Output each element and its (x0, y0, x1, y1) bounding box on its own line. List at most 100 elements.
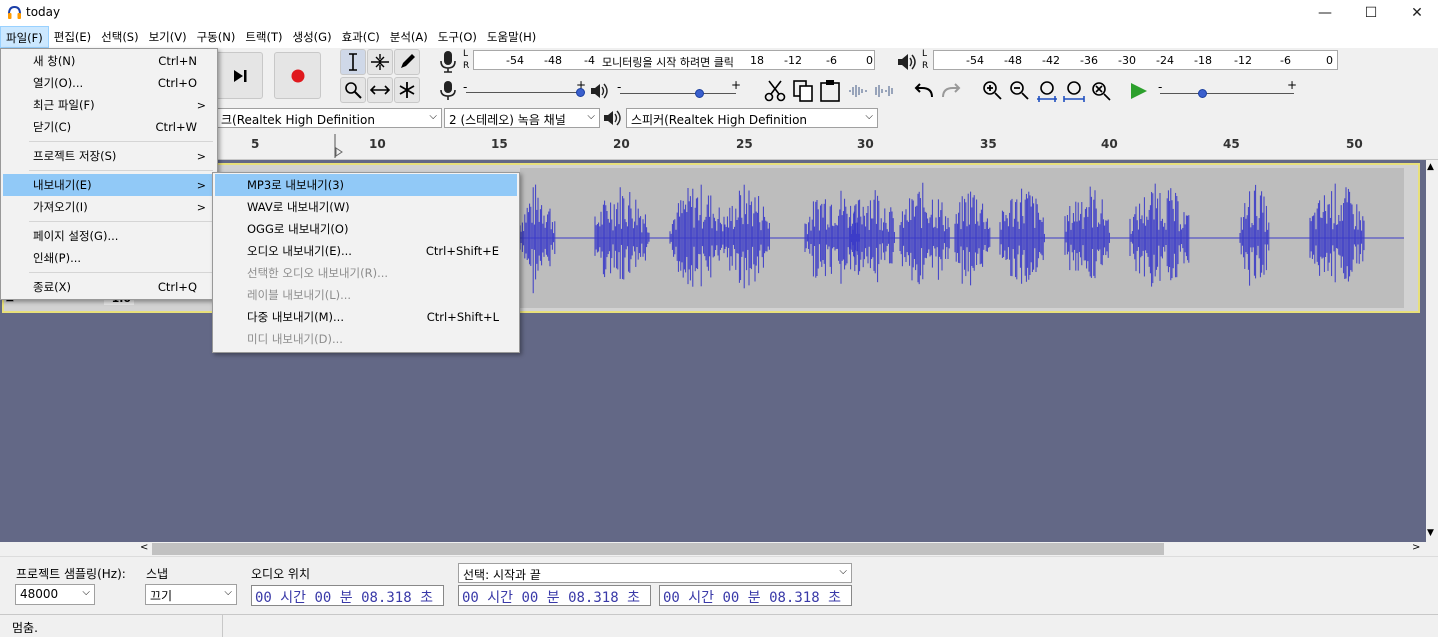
menu-generate[interactable]: 생성(G) (288, 26, 337, 48)
menu-tools[interactable]: 도구(O) (433, 26, 482, 48)
copy-icon[interactable] (792, 79, 814, 103)
playback-volume-slider[interactable] (620, 93, 736, 94)
menu-item-recent-files[interactable]: 최근 파일(F) > (3, 94, 215, 116)
shortcut-text: Ctrl+Shift+E (425, 244, 499, 258)
microphone-icon[interactable] (438, 50, 458, 74)
undo-icon[interactable] (912, 82, 936, 100)
selection-mode-select[interactable]: 선택: 시작과 끝 ⌵ (458, 563, 852, 583)
scroll-left-icon[interactable]: < (140, 542, 148, 553)
play-speed-slider[interactable] (1160, 93, 1294, 94)
menu-item-print[interactable]: 인쇄(P)... (3, 247, 215, 269)
meter-tick: -6 (1280, 54, 1291, 67)
playback-volume-knob[interactable] (695, 89, 704, 98)
audio-position-time[interactable]: 00 시간 00 분 08.318 초 (251, 585, 444, 606)
record-volume-knob[interactable] (576, 88, 585, 97)
multi-tool-button[interactable] (394, 77, 420, 103)
record-volume-slider[interactable] (466, 92, 584, 93)
menu-item-export-selected[interactable]: 선택한 오디오 내보내기(R)... (215, 262, 517, 284)
menu-item-close[interactable]: 닫기(C) Ctrl+W (3, 116, 215, 138)
timeshift-tool-button[interactable] (367, 77, 393, 103)
snap-select[interactable]: 끄기 ⌵ (145, 584, 237, 605)
menu-item-export-labels[interactable]: 레이블 내보내기(L)... (215, 284, 517, 306)
play-speed-knob[interactable] (1198, 89, 1207, 98)
scroll-right-icon[interactable]: > (1412, 542, 1420, 553)
menu-item-exit[interactable]: 종료(X) Ctrl+Q (3, 276, 215, 298)
menu-help[interactable]: 도움말(H) (482, 26, 541, 48)
channels-select[interactable]: 2 (스테레오) 녹음 채널 ⌵ (444, 108, 600, 128)
zoom-in-icon[interactable] (982, 80, 1004, 102)
ruler-label: 25 (736, 137, 753, 151)
recording-device-value: 크(Realtek High Definition (221, 113, 375, 127)
meter-tick: -4 (584, 54, 595, 67)
selection-start-time[interactable]: 00 시간 00 분 08.318 초 (458, 585, 651, 606)
menu-item-export-midi[interactable]: 미디 내보내기(D)... (215, 328, 517, 350)
silence-audio-icon[interactable] (874, 82, 896, 100)
minimize-button[interactable]: — (1302, 0, 1348, 26)
horizontal-scroll-thumb[interactable] (152, 543, 1164, 555)
menu-analyze[interactable]: 분석(A) (385, 26, 433, 48)
maximize-button[interactable]: ☐ (1348, 0, 1394, 26)
cut-icon[interactable] (764, 80, 786, 102)
shortcut-text: Ctrl+Shift+L (426, 310, 499, 324)
speaker-icon[interactable] (896, 52, 918, 72)
skip-to-end-button[interactable] (216, 52, 263, 99)
pencil-icon (401, 54, 415, 68)
menu-item-export-audio[interactable]: 오디오 내보내기(E)... Ctrl+Shift+E (215, 240, 517, 262)
menu-item-export-multiple[interactable]: 다중 내보내기(M)... Ctrl+Shift+L (215, 306, 517, 328)
meter-tick: 0 (1326, 54, 1333, 67)
fit-project-icon[interactable] (1063, 80, 1085, 104)
channels-value: 2 (스테레오) 녹음 채널 (449, 113, 566, 127)
playback-meter[interactable]: -54 -48 -42 -36 -30 -24 -18 -12 -6 0 (933, 50, 1338, 70)
close-button[interactable]: ✕ (1394, 0, 1438, 26)
zoom-tool-button[interactable] (340, 77, 366, 103)
zoom-toggle-icon[interactable] (1090, 80, 1112, 102)
menu-file[interactable]: 파일(F) (0, 26, 49, 48)
play-at-speed-icon[interactable] (1129, 82, 1149, 100)
status-divider (222, 615, 223, 637)
paste-icon[interactable] (819, 79, 841, 103)
monitor-prompt: 모니터링을 시작 하려면 클릭 (602, 56, 734, 69)
menu-select[interactable]: 선택(S) (96, 26, 143, 48)
zoom-out-icon[interactable] (1009, 80, 1031, 102)
lr-label: LR (463, 49, 470, 71)
menu-item-import[interactable]: 가져오기(I) > (3, 196, 215, 218)
redo-icon[interactable] (939, 82, 963, 100)
record-icon (291, 69, 304, 82)
menu-edit[interactable]: 편집(E) (49, 26, 96, 48)
export-submenu: MP3로 내보내기(3) WAV로 내보내기(W) OGG로 내보내기(O) 오… (212, 172, 520, 353)
meter-tick: -54 (966, 54, 984, 67)
menu-label: 가져오기(I) (33, 200, 88, 214)
menu-item-export[interactable]: 내보내기(E) > (3, 174, 215, 196)
recording-device-select[interactable]: 크(Realtek High Definition ⌵ (216, 108, 442, 128)
menu-item-export-mp3[interactable]: MP3로 내보내기(3) (215, 174, 517, 196)
menu-effect[interactable]: 효과(C) (337, 26, 385, 48)
menu-tracks[interactable]: 트랙(T) (240, 26, 287, 48)
envelope-tool-button[interactable] (367, 49, 393, 75)
fit-selection-icon[interactable] (1036, 80, 1058, 104)
rate-label: 프로젝트 샘플링(Hz): (16, 567, 126, 581)
playback-device-select[interactable]: 스피커(Realtek High Definition ⌵ (626, 108, 878, 128)
waveform-panel[interactable] (519, 168, 1404, 308)
meter-tick: -24 (1156, 54, 1174, 67)
draw-tool-button[interactable] (394, 49, 420, 75)
vertical-scrollbar[interactable]: ▲ ▼ (1426, 160, 1438, 542)
menu-label: MP3로 내보내기(3) (247, 178, 345, 192)
menu-view[interactable]: 보기(V) (144, 26, 192, 48)
submenu-arrow-icon: > (196, 200, 206, 214)
project-rate-select[interactable]: 48000 ⌵ (15, 584, 95, 605)
menu-transport[interactable]: 구동(N) (192, 26, 241, 48)
menu-item-page-setup[interactable]: 페이지 설정(G)... (3, 225, 215, 247)
lr-label: LR (922, 49, 929, 71)
menu-item-open[interactable]: 열기(O)... Ctrl+O (3, 72, 215, 94)
selection-tool-button[interactable] (340, 49, 366, 75)
menu-item-new-window[interactable]: 새 창(N) Ctrl+N (3, 50, 215, 72)
trim-audio-icon[interactable] (847, 82, 869, 100)
scroll-down-icon[interactable]: ▼ (1427, 528, 1434, 538)
record-meter[interactable]: -54 -48 -4 모니터링을 시작 하려면 클릭 18 -12 -6 0 (473, 50, 875, 70)
menu-item-export-ogg[interactable]: OGG로 내보내기(O) (215, 218, 517, 240)
record-button[interactable] (274, 52, 321, 99)
scroll-up-icon[interactable]: ▲ (1427, 162, 1434, 172)
menu-item-save-project[interactable]: 프로젝트 저장(S) > (3, 145, 215, 167)
selection-end-time[interactable]: 00 시간 00 분 08.318 초 (659, 585, 852, 606)
menu-item-export-wav[interactable]: WAV로 내보내기(W) (215, 196, 517, 218)
